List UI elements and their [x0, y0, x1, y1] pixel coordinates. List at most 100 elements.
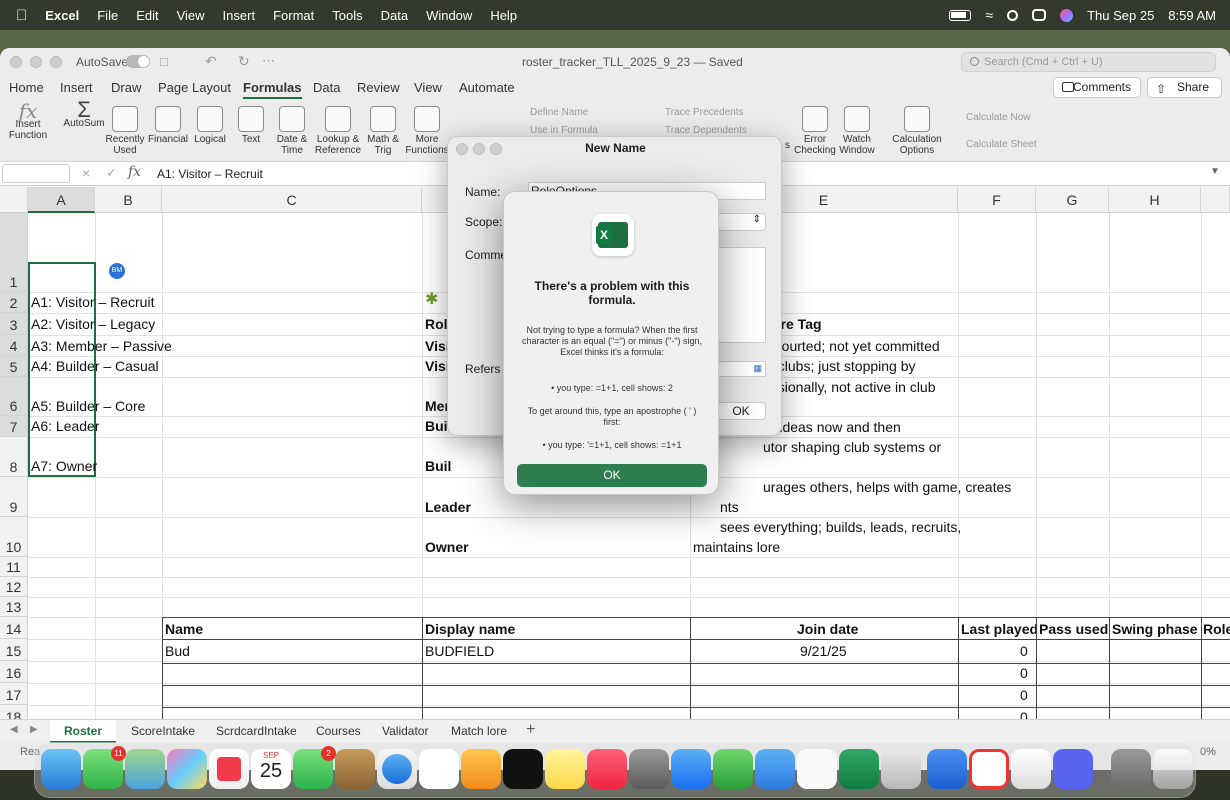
tab-insert[interactable]: Insert — [60, 80, 93, 95]
alert-ok-button[interactable]: OK — [517, 464, 707, 487]
control-center-icon[interactable] — [1032, 9, 1047, 21]
pages-icon[interactable] — [461, 749, 501, 789]
row-header-2[interactable]: 2 — [0, 292, 28, 313]
spotlight-icon[interactable] — [1007, 9, 1019, 21]
trash-icon[interactable] — [1153, 749, 1193, 789]
undo-icon[interactable]: ↶ — [205, 53, 217, 70]
music-icon[interactable] — [587, 749, 627, 789]
sheet-tab-roster[interactable]: Roster — [50, 720, 116, 743]
facetime-icon[interactable]: 2 — [293, 746, 336, 789]
close-window-button[interactable] — [10, 56, 22, 68]
freeform-icon[interactable] — [1011, 749, 1051, 789]
menu-window[interactable]: Window — [426, 8, 472, 23]
table-header-last-played[interactable]: Last played — [961, 621, 1038, 637]
cell-e6[interactable]: or ideas now and then — [763, 419, 901, 435]
sheet-tab-scrdcardintake[interactable]: ScrdcardIntake — [216, 724, 297, 738]
next-sheet-icon[interactable]: ▶ — [30, 724, 38, 735]
cell-e8-line1[interactable]: urages others, helps with game, creates — [763, 479, 1011, 495]
iphone-mirroring-icon[interactable] — [881, 749, 921, 789]
cell-e5[interactable]: casionally, not active in club — [763, 379, 936, 395]
finder-icon[interactable] — [41, 749, 81, 789]
menu-edit[interactable]: Edit — [136, 8, 158, 23]
col-header-a[interactable]: A — [28, 187, 95, 213]
tab-page-layout[interactable]: Page Layout — [158, 80, 231, 95]
define-name-button[interactable]: Define Name — [530, 107, 588, 118]
menu-format[interactable]: Format — [273, 8, 314, 23]
sheet-tab-courses[interactable]: Courses — [316, 724, 361, 738]
table-cell[interactable]: 0 — [1020, 687, 1028, 703]
logical-button[interactable]: Logical — [191, 102, 229, 145]
watch-window-button[interactable]: Watch Window — [838, 102, 876, 156]
zoom-level[interactable]: 0% — [1200, 746, 1216, 758]
table-header-swing-phase[interactable]: Swing phase — [1112, 621, 1198, 637]
menu-insert[interactable]: Insert — [223, 8, 256, 23]
insert-function-button[interactable]: fx Insert Function — [6, 101, 50, 141]
minimize-window-button[interactable] — [30, 56, 42, 68]
row-header-14[interactable]: 14 — [0, 617, 28, 639]
table-cell[interactable]: Bud — [165, 643, 190, 659]
name-box[interactable] — [2, 164, 70, 183]
excel-dock-icon[interactable] — [839, 749, 879, 789]
apple-icon[interactable]:  — [16, 7, 27, 24]
formula-input[interactable]: A1: Visitor – Recruit — [157, 167, 263, 181]
cell-e8-line2[interactable]: nts — [720, 499, 739, 515]
keynote-icon[interactable] — [755, 749, 795, 789]
table-header-pass-used[interactable]: Pass used — [1039, 621, 1108, 637]
menu-view[interactable]: View — [177, 8, 205, 23]
app-store-icon[interactable] — [671, 749, 711, 789]
autosum-button[interactable]: Σ AutoSum — [62, 99, 106, 130]
table-header-join-date[interactable]: Join date — [797, 621, 858, 637]
row-header-12[interactable]: 12 — [0, 577, 28, 597]
col-header-i[interactable] — [1201, 187, 1230, 213]
col-header-f[interactable]: F — [958, 187, 1036, 213]
cell-e9-line2[interactable]: maintains lore — [693, 539, 780, 555]
row-header-10[interactable]: 10 — [0, 517, 28, 557]
tab-draw[interactable]: Draw — [111, 80, 141, 95]
document-title[interactable]: roster_tracker_TLL_2025_9_23 — Saved — [522, 55, 743, 69]
tab-review[interactable]: Review — [357, 80, 400, 95]
cell-a3[interactable]: A3: Member – Passive — [31, 338, 172, 354]
cell-a4[interactable]: A4: Builder – Casual — [31, 358, 159, 374]
scope-select[interactable]: ⇕ — [716, 213, 766, 231]
trace-precedents-button[interactable]: Trace Precedents — [665, 107, 744, 118]
table-cell[interactable]: 0 — [1020, 665, 1028, 681]
sheet-tab-scoreintake[interactable]: ScoreIntake — [131, 724, 195, 738]
downloads-icon[interactable] — [1111, 749, 1151, 789]
discord-icon[interactable] — [1053, 749, 1093, 789]
row-header-16[interactable]: 16 — [0, 661, 28, 683]
cell-a6[interactable]: A6: Leader — [31, 418, 100, 434]
search-box[interactable]: Search (Cmd + Ctrl + U) — [961, 52, 1216, 72]
messages-icon[interactable]: 11 — [83, 746, 126, 789]
cell-e4[interactable]: st clubs; just stopping by — [763, 358, 916, 374]
trace-dependents-button[interactable]: Trace Dependents — [665, 125, 747, 136]
add-sheet-button[interactable]: + — [526, 721, 535, 739]
error-checking-button[interactable]: Error Checking — [793, 102, 837, 156]
tab-formulas[interactable]: Formulas — [243, 80, 302, 99]
date-time-button[interactable]: Date & Time — [272, 102, 312, 156]
select-all-corner[interactable] — [0, 187, 28, 213]
col-header-h[interactable]: H — [1109, 187, 1201, 213]
contacts-icon[interactable] — [335, 749, 375, 789]
row-header-15[interactable]: 15 — [0, 639, 28, 661]
row-header-11[interactable]: 11 — [0, 557, 28, 577]
col-header-b[interactable]: B — [95, 187, 162, 213]
news-icon[interactable] — [209, 749, 249, 789]
table-cell[interactable]: 9/21/25 — [800, 643, 847, 659]
tab-home[interactable]: Home — [9, 80, 44, 95]
financial-button[interactable]: Financial — [148, 102, 188, 145]
row-header-18[interactable]: 18 — [0, 705, 28, 719]
col-header-g[interactable]: G — [1036, 187, 1109, 213]
cancel-icon[interactable]: × — [82, 165, 90, 181]
menubar-date[interactable]: Thu Sep 25 — [1087, 8, 1154, 23]
row-header-13[interactable]: 13 — [0, 597, 28, 617]
row-header-9[interactable]: 9 — [0, 477, 28, 517]
wifi-icon[interactable]: ≈ — [985, 7, 993, 23]
menubar-time[interactable]: 8:59 AM — [1168, 8, 1216, 23]
cell-e7[interactable]: utor shaping club systems or — [763, 439, 941, 455]
sheet-tab-validator[interactable]: Validator — [382, 724, 428, 738]
new-name-ok-button[interactable]: OK — [716, 402, 766, 420]
notes-icon[interactable] — [545, 749, 585, 789]
table-header-name[interactable]: Name — [165, 621, 203, 637]
calculation-options-button[interactable]: Calculation Options — [892, 102, 942, 156]
avatar[interactable]: BM — [109, 263, 125, 279]
